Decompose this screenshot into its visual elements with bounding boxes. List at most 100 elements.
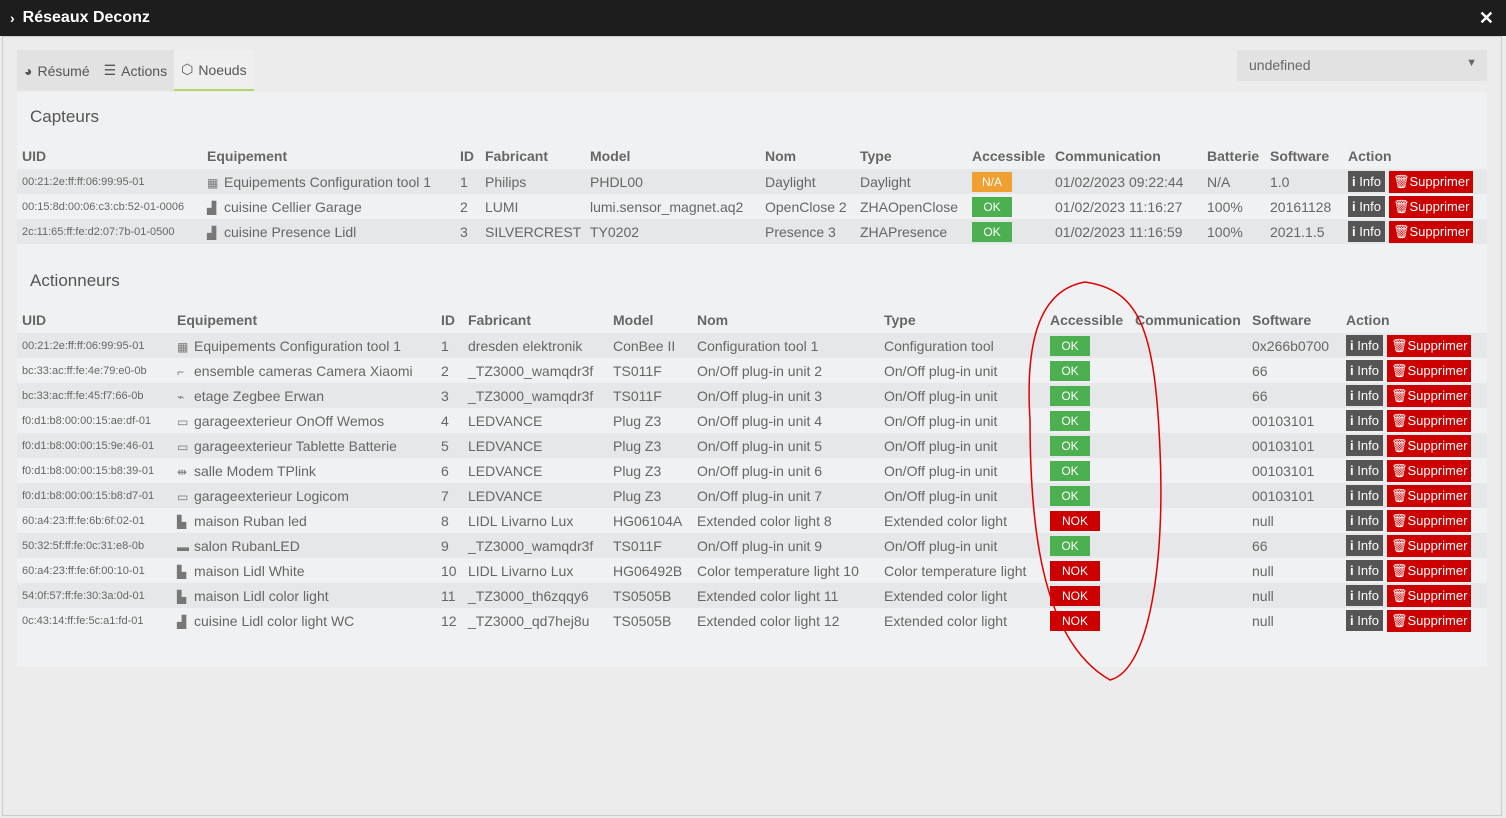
tab-actions[interactable]: ☰ Actions xyxy=(97,50,174,91)
delete-label: Supprimer xyxy=(1407,387,1468,403)
delete-button[interactable]: 🗑Supprimer xyxy=(1386,559,1472,582)
equipment-link[interactable]: etage Zegbee Erwan xyxy=(194,388,324,404)
delete-button[interactable]: 🗑Supprimer xyxy=(1386,534,1472,557)
info-button[interactable]: i Info xyxy=(1348,195,1385,217)
action-cell: i Info 🗑Supprimer xyxy=(1341,358,1487,383)
equipment-link[interactable]: cuisine Cellier Garage xyxy=(224,199,362,215)
info-button[interactable]: i Info xyxy=(1346,334,1383,356)
equipment-link[interactable]: maison Lidl White xyxy=(194,563,305,579)
name-cell: OpenClose 2 xyxy=(765,198,847,215)
delete-label: Supprimer xyxy=(1407,612,1468,628)
action-cell: i Info 🗑Supprimer xyxy=(1341,408,1487,433)
info-label: Info xyxy=(1357,362,1379,378)
column-header: Type xyxy=(860,148,892,164)
table-row: bc:33:ac:ff:fe:4e:79:e0-0b ⌐ ensemble came… xyxy=(17,358,1487,383)
column-header: Model xyxy=(613,312,654,328)
tab-label: Résumé xyxy=(37,62,90,79)
info-button[interactable]: i Info xyxy=(1346,584,1383,606)
software-cell: 00103101 xyxy=(1247,483,1341,508)
delete-button[interactable]: 🗑Supprimer xyxy=(1386,459,1472,482)
tab-bar: ◕ Résumé ☰ Actions ⬡ Noeuds xyxy=(17,50,254,91)
id-cell: 11 xyxy=(436,583,463,608)
chevron-right-icon: › xyxy=(10,10,15,26)
manufacturer-cell: _TZ3000_wamqdr3f xyxy=(468,362,594,379)
delete-button[interactable]: 🗑Supprimer xyxy=(1386,434,1472,457)
accessible-cell: OK xyxy=(967,194,1050,219)
info-label: Info xyxy=(1357,487,1379,503)
delete-label: Supprimer xyxy=(1409,223,1470,239)
info-icon: i xyxy=(1350,362,1354,378)
equipment-link[interactable]: maison Ruban led xyxy=(194,513,307,529)
model-cell: TS011F xyxy=(608,383,692,408)
id-cell: 1 xyxy=(436,333,463,358)
info-button[interactable]: i Info xyxy=(1346,484,1383,506)
uid-cell: f0:d1:b8:00:00:15:9e:46-01 xyxy=(17,433,172,458)
delete-button[interactable]: 🗑Supprimer xyxy=(1386,409,1472,432)
equipment-cell: ▙ maison Lidl White xyxy=(172,558,436,583)
software-cell: 1.0 xyxy=(1265,169,1343,194)
delete-button[interactable]: 🗑Supprimer xyxy=(1388,195,1474,218)
manufacturer-cell: SILVERCREST xyxy=(480,219,585,244)
column-header: Action xyxy=(1348,148,1392,164)
action-cell: i Info 🗑Supprimer xyxy=(1341,383,1487,408)
equipment-link[interactable]: maison Lidl color light xyxy=(194,588,329,604)
delete-button[interactable]: 🗑Supprimer xyxy=(1386,584,1472,607)
software-cell: 66 xyxy=(1247,383,1341,408)
info-button[interactable]: i Info xyxy=(1346,459,1383,481)
status-badge: OK xyxy=(1050,410,1090,431)
equipment-link[interactable]: cuisine Lidl color light WC xyxy=(194,613,354,629)
window-titlebar: › Réseaux Deconz ✕ xyxy=(0,0,1506,36)
delete-button[interactable]: 🗑Supprimer xyxy=(1388,220,1474,243)
object-icon: ⌐ xyxy=(177,364,185,379)
network-select[interactable]: undefined ▼ xyxy=(1237,50,1487,81)
delete-button[interactable]: 🗑Supprimer xyxy=(1386,509,1472,532)
equipment-link[interactable]: garageexterieur Logicom xyxy=(194,488,349,504)
equipment-link[interactable]: cuisine Presence Lidl xyxy=(224,224,356,240)
column-header: Action xyxy=(1346,312,1390,328)
info-button[interactable]: i Info xyxy=(1346,409,1383,431)
delete-button[interactable]: 🗑Supprimer xyxy=(1386,484,1472,507)
equipment-link[interactable]: Equipements Configuration tool 1 xyxy=(194,338,401,354)
column-header: Accessible xyxy=(972,148,1046,164)
equipment-link[interactable]: garageexterieur OnOff Wemos xyxy=(194,413,384,429)
delete-button[interactable]: 🗑Supprimer xyxy=(1386,609,1472,632)
type-cell: Configuration tool xyxy=(879,333,1045,358)
info-button[interactable]: i Info xyxy=(1346,359,1383,381)
info-button[interactable]: i Info xyxy=(1346,384,1383,406)
object-icon: ▦ xyxy=(207,175,219,190)
close-icon[interactable]: ✕ xyxy=(1479,8,1494,29)
accessible-cell: NOK xyxy=(1045,558,1130,583)
status-badge: OK xyxy=(972,196,1012,217)
info-button[interactable]: i Info xyxy=(1346,559,1383,581)
tab-noeuds[interactable]: ⬡ Noeuds xyxy=(174,50,254,91)
delete-button[interactable]: 🗑Supprimer xyxy=(1388,170,1474,193)
info-button[interactable]: i Info xyxy=(1348,170,1385,192)
info-button[interactable]: i Info xyxy=(1346,434,1383,456)
accessible-cell: OK xyxy=(1045,358,1130,383)
delete-button[interactable]: 🗑Supprimer xyxy=(1386,384,1472,407)
table-row: 60:a4:23:ff:fe:6f:00:10-01 ▙ maison Lidl W… xyxy=(17,558,1487,583)
equipment-link[interactable]: salle Modem TPlink xyxy=(194,463,316,479)
name-cell: Configuration tool 1 xyxy=(692,333,879,358)
accessible-cell: OK xyxy=(967,219,1050,244)
delete-button[interactable]: 🗑Supprimer xyxy=(1386,334,1472,357)
manufacturer-cell: LIDL Livarno Lux xyxy=(468,512,574,529)
accessible-cell: OK xyxy=(1045,433,1130,458)
software-cell: null xyxy=(1252,562,1274,579)
communication-cell xyxy=(1130,333,1247,358)
equipment-link[interactable]: garageexterieur Tablette Batterie xyxy=(194,438,397,454)
info-button[interactable]: i Info xyxy=(1346,609,1383,631)
tab-resume[interactable]: ◕ Résumé xyxy=(17,50,97,91)
info-button[interactable]: i Info xyxy=(1348,220,1385,242)
equipment-link[interactable]: Equipements Configuration tool 1 xyxy=(224,174,431,190)
software-cell: null xyxy=(1247,583,1341,608)
equipment-link[interactable]: ensemble cameras Camera Xiaomi xyxy=(194,363,413,379)
info-button[interactable]: i Info xyxy=(1346,509,1383,531)
info-button[interactable]: i Info xyxy=(1346,534,1383,556)
equipment-link[interactable]: salon RubanLED xyxy=(194,538,300,554)
equipment-cell: ▭ garageexterieur Tablette Batterie xyxy=(172,433,436,458)
delete-button[interactable]: 🗑Supprimer xyxy=(1386,359,1472,382)
id-cell: 2 xyxy=(460,198,468,215)
uid-cell: 50:32:5f:ff:fe:0c:31:e8-0b xyxy=(17,533,172,558)
manufacturer-cell: dresden elektronik xyxy=(463,333,608,358)
